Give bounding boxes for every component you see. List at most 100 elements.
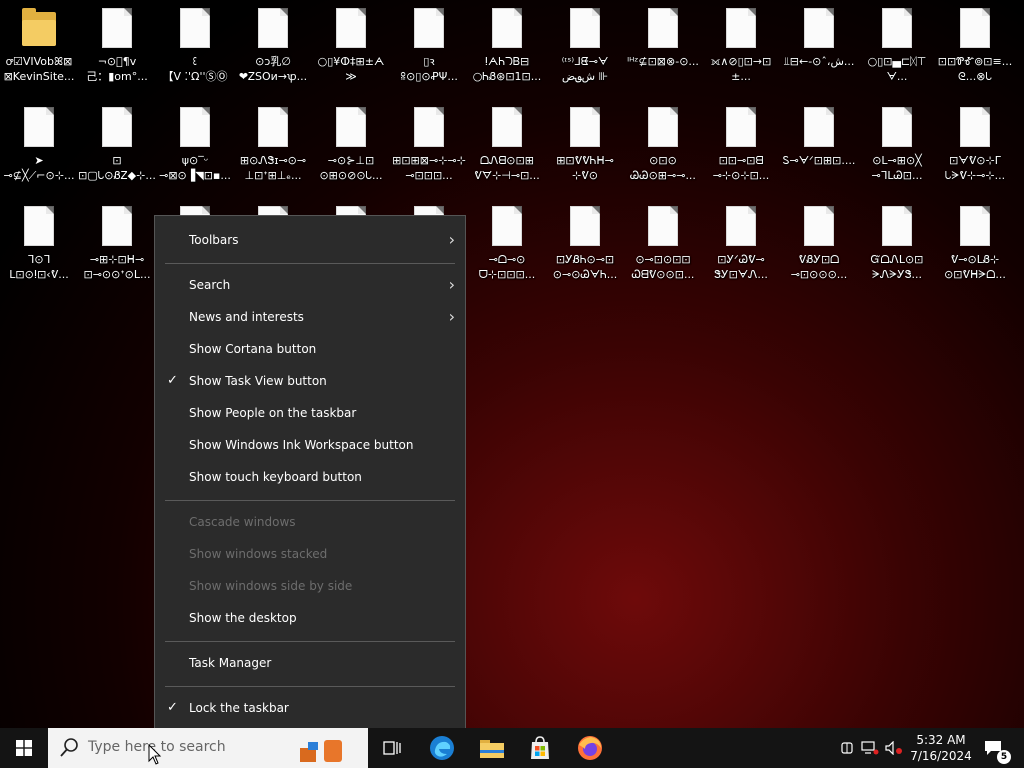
menu-item-show-touch-keyboard-button[interactable]: Show touch keyboard button <box>155 463 465 491</box>
menu-item-show-people-on-the-taskbar[interactable]: Show People on the taskbar <box>155 399 465 427</box>
desktop-file[interactable]: ⟗∧⊘▯⊡→⊡±... <box>702 0 780 90</box>
menu-item-show-windows-ink-workspace-button[interactable]: Show Windows Ink Workspace button <box>155 431 465 459</box>
desktop-file[interactable]: ¬⊙ᯮ¶v 己：▮om°... <box>78 0 156 90</box>
edge-icon <box>430 736 454 760</box>
desktop-item-label: ○▯⊡▄⊏ᛞ⊤ᗄ... <box>867 55 927 83</box>
taskbar-context-menu: Toolbars › Search › News and interests › Show … <box>154 215 466 748</box>
file-icon <box>960 8 990 48</box>
desktop-item-label: ⊞⊡ᕓᕓᏂᕼ⊸ ⊹ᕓ⊙ <box>556 154 614 182</box>
edge-button[interactable] <box>422 728 462 768</box>
desktop-file[interactable]: ᏳᗝᏁᒪ⊙⊡ ᗒᏁᗒᎩᏕ... <box>858 198 936 288</box>
desktop-file[interactable]: ⊡⊡ᏈᎹ⊚⊡≡... ᘓ...⊗ᘂ <box>936 0 1014 90</box>
desktop-file[interactable]: ⊡ᎩᐟᏊᕓ⊸ ᏕᎩ⊡ᗄᏁ... <box>702 198 780 288</box>
desktop-file[interactable]: ꘓ 【V ⁚'Ω''ⓈⓄl... <box>156 0 234 90</box>
menu-item-show-cortana-button[interactable]: Show Cortana button <box>155 335 465 363</box>
file-icon <box>180 8 210 48</box>
desktop-file[interactable]: ➤ ⊸⊈╳⟋⌐⊙⊹... <box>0 99 78 189</box>
clock[interactable]: 5:32 AM 7/16/2024 <box>906 732 976 764</box>
volume-button[interactable] <box>884 728 904 768</box>
desktop-item-label: ᕓᏰᎩ⊡ᗝ ⊸⊡⊙⊙⊙... <box>790 253 848 281</box>
desktop-file[interactable]: ⊙ᒪ⊸⊞⊙╳ ⊸ᒣᒪᏊ⊡... <box>858 99 936 189</box>
desktop-file[interactable]: ᗝᏁᗺ⊙⊡⊞ ᕓᗊ⊹⊣⊸⊡... <box>468 99 546 189</box>
windows-logo-icon <box>16 740 32 756</box>
desktop-file[interactable]: ○▯¥ⵀ‡⊞±ᗅ≫ ∏ ⊞፥≋⊡⊕ <box>312 0 390 90</box>
menu-item-label: Show touch keyboard button <box>189 470 362 484</box>
tray-device-button[interactable] <box>838 728 856 768</box>
firefox-button[interactable] <box>570 728 610 768</box>
file-icon <box>804 8 834 48</box>
desktop-file[interactable]: ⊡ᎩᏰᏂ⊙⊸⊡ ⊙⊸⊙ᏊᗄᏂ... <box>546 198 624 288</box>
start-button[interactable] <box>0 728 48 768</box>
desktop-item-label: ○▯¥ⵀ‡⊞±ᗅ≫ ∏ ⊞፥≋⊡⊕ <box>317 55 385 83</box>
file-icon <box>570 107 600 147</box>
menu-item-task-manager[interactable]: Task Manager <box>155 649 465 677</box>
desktop-file[interactable]: ⊞⊙ᏁᏕɪ⊸⊙⊸ ⊥⊡ᐩ⊞⊥ₑ... <box>234 99 312 189</box>
firefox-icon <box>578 736 602 760</box>
desktop-item-label: ꘓ 【V ⁚'Ω''ⓈⓄl... <box>162 55 228 83</box>
desktop-item-label: ⊡ᎩᏰᏂ⊙⊸⊡ ⊙⊸⊙ᏊᗄᏂ... <box>552 253 618 281</box>
task-view-button[interactable] <box>372 728 412 768</box>
desktop-file[interactable]: ⁽ᶦˢ⁾ᒧᘀ⊸ᗄ ش؈ض ⊪ <box>546 0 624 90</box>
clock-date: 7/16/2024 <box>910 749 972 763</box>
desktop-folder[interactable]: ꝍ☑VIVobꕤ⊠ ⊠KevinSite... <box>0 0 78 90</box>
file-icon <box>336 107 366 147</box>
search-box[interactable]: Type here to search <box>48 728 368 768</box>
desktop-item-label: Ꮪ⊸ᗄᐟ⊡⊞⊡.... <box>782 154 856 167</box>
desktop-file[interactable]: ψ⊙‾ᵕ ⊸⊠⊙▐◥⊡▪... <box>156 99 234 189</box>
chevron-right-icon: › <box>448 275 455 294</box>
desktop-file[interactable]: ⊡ ⊡▢ᘂ⊙ᏰᏃ◆⊹... <box>78 99 156 189</box>
desktop-item-label: ⟗∧⊘▯⊡→⊡±... <box>710 55 772 83</box>
desktop-item-label: ⵑᗅᏂᘄᏴ⊟ ○ᏂᏰ⊛⊡1⊡... <box>472 55 542 83</box>
desktop-file[interactable]: ⫫⊟←-⊙ˆ،ش... <box>780 0 858 90</box>
menu-item-lock-the-taskbar[interactable]: ✓ Lock the taskbar <box>155 694 465 722</box>
file-explorer-button[interactable] <box>472 728 512 768</box>
desktop-file[interactable]: ⊡ᗄᕓ⊙⊹ᒥ ᘂᗒᕓ⊹⊸⊹... <box>936 99 1014 189</box>
desktop-file[interactable]: ⊸ᗝ⊸⊙ ᗜ⊹⊡⊡⊡... <box>468 198 546 288</box>
desktop-file[interactable]: ○▯⊡▄⊏ᛞ⊤ᗄ... <box>858 0 936 90</box>
desktop-item-label: ⊞⊡⊞⊠⊸⊹⊸⊹ ⊸⊡⊡⊡... <box>392 154 466 182</box>
menu-item-news-and-interests[interactable]: News and interests › <box>155 303 465 331</box>
menu-item-show-the-desktop[interactable]: Show the desktop <box>155 604 465 632</box>
desktop-file[interactable]: ⊞⊡⊞⊠⊸⊹⊸⊹ ⊸⊡⊡⊡... <box>390 99 468 189</box>
menu-item-label: Show the desktop <box>189 611 297 625</box>
menu-item-label: News and interests <box>189 310 304 324</box>
file-icon <box>726 206 756 246</box>
desktop-item-label: ⊙ᒪ⊸⊞⊙╳ ⊸ᒣᒪᏊ⊡... <box>871 154 923 182</box>
chevron-right-icon: › <box>448 307 455 326</box>
desktop-file[interactable]: ▯ꝛ ꕉ⊙▯⊙ꝒΨ... <box>390 0 468 90</box>
desktop-file[interactable]: ⊡⊡⊸⊡ᗺ ⊸⊹⊙⊹⊡... <box>702 99 780 189</box>
desktop-item-label: ⊸⊙⊱⊥⊡ ⊙⊞⊙⊘⊙ᘂ... <box>319 154 383 182</box>
file-icon <box>24 107 54 147</box>
network-button[interactable] <box>860 728 880 768</box>
file-icon <box>804 107 834 147</box>
desktop-file[interactable]: Ꮪ⊸ᗄᐟ⊡⊞⊡.... <box>780 99 858 189</box>
desktop-file[interactable]: ᕓ⊸⊙ᒪᏰ⊹ ⊙⊡ᕓᕼᗒᗝ... <box>936 198 1014 288</box>
menu-item-toolbars[interactable]: Toolbars › <box>155 226 465 254</box>
desktop-file[interactable]: ⊸⊞⊹⊡ᕼ⊸ ⊡⊸⊙⊙ᐩ⊙ᒪ... <box>78 198 156 288</box>
desktop-file[interactable]: ᒣ⊙ᒣ ᒪ⊡⊙ⵑ⊡‹ᕓ... <box>0 198 78 288</box>
desktop-file[interactable]: ⵑᗅᏂᘄᏴ⊟ ○ᏂᏰ⊛⊡1⊡... <box>468 0 546 90</box>
desktop-item-label: ᴵᴴᶻ⊈⊡⊠⊗-⊙... <box>627 55 699 68</box>
desktop-file[interactable]: ⊙⊸⊡⊙⊡⊡ Ꮗᗺᕓ⊙⊙⊡... <box>624 198 702 288</box>
desktop-item-label: ⊙⊡⊙ ᏊᏊ⊙⊞⊸⊸... <box>630 154 696 182</box>
menu-item-search[interactable]: Search › <box>155 271 465 299</box>
desktop-file[interactable]: ᕓᏰᎩ⊡ᗝ ⊸⊡⊙⊙⊙... <box>780 198 858 288</box>
store-button[interactable] <box>520 728 560 768</box>
file-icon <box>258 8 288 48</box>
desktop-file[interactable]: ⊙ↄ乳∅ ❤ᏃSOᴎ→ꝕ... <box>234 0 312 90</box>
file-icon <box>882 206 912 246</box>
search-highlight-icon <box>300 740 342 762</box>
checkmark-icon: ✓ <box>167 373 178 388</box>
menu-item-label: Show Windows Ink Workspace button <box>189 438 414 452</box>
desktop-file[interactable]: ⊸⊙⊱⊥⊡ ⊙⊞⊙⊘⊙ᘂ... <box>312 99 390 189</box>
desktop-file[interactable]: ᴵᴴᶻ⊈⊡⊠⊗-⊙... <box>624 0 702 90</box>
desktop-item-label: ᒣ⊙ᒣ ᒪ⊡⊙ⵑ⊡‹ᕓ... <box>9 253 69 281</box>
menu-item-label: Show Task View button <box>189 374 327 388</box>
action-center-button[interactable]: 5 <box>978 728 1024 768</box>
desktop-file[interactable]: ⊙⊡⊙ ᏊᏊ⊙⊞⊸⊸... <box>624 99 702 189</box>
file-icon <box>414 107 444 147</box>
task-view-icon <box>383 741 401 755</box>
menu-separator <box>165 500 455 501</box>
desktop-file[interactable]: ⊞⊡ᕓᕓᏂᕼ⊸ ⊹ᕓ⊙ <box>546 99 624 189</box>
menu-item-show-task-view-button[interactable]: ✓ Show Task View button <box>155 367 465 395</box>
